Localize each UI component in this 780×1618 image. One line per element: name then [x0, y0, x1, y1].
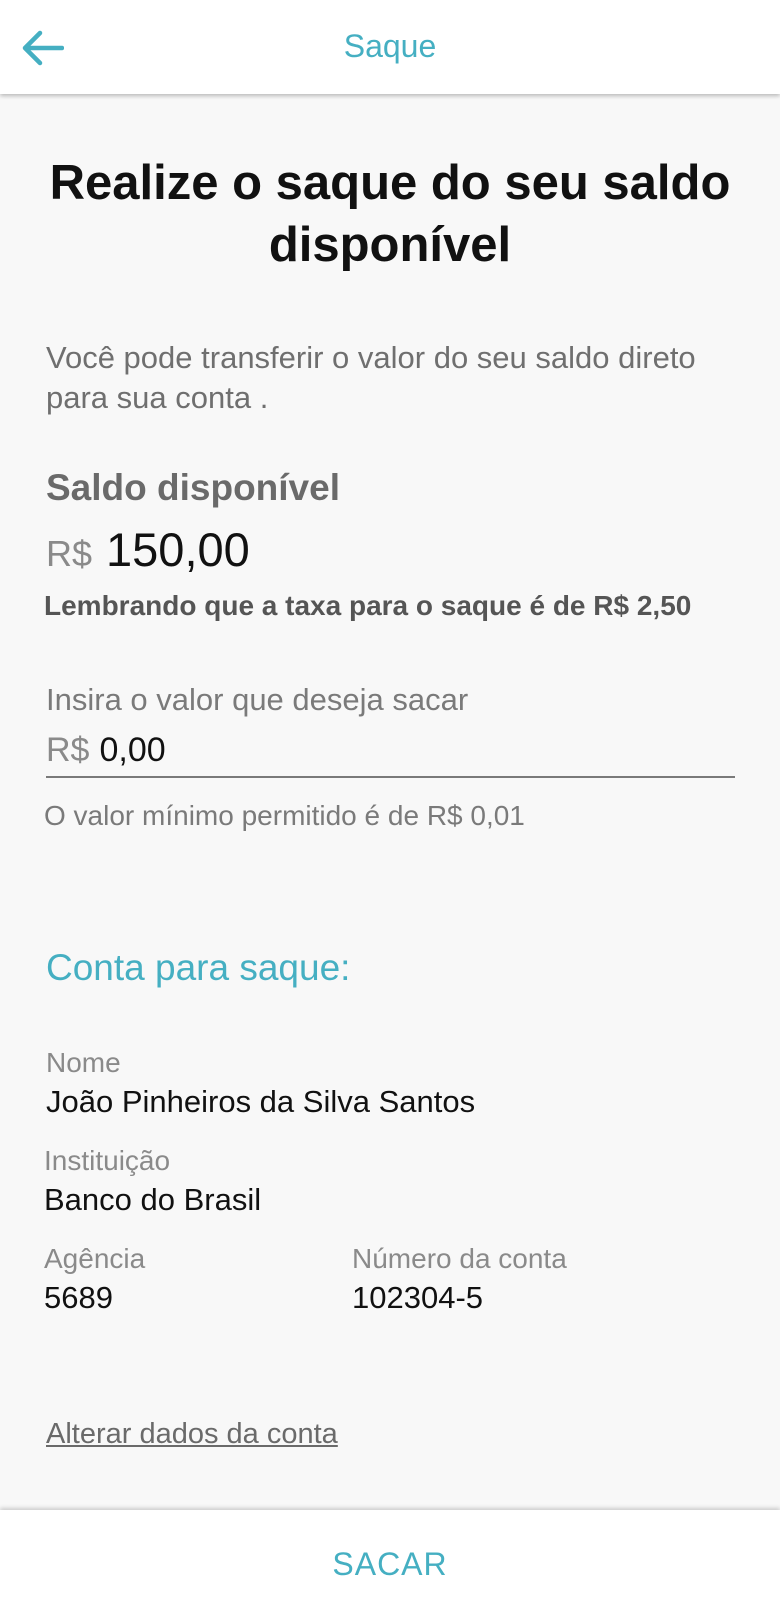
- balance-label: Saldo disponível: [46, 467, 340, 508]
- account-number-value: 102304-5: [352, 1280, 484, 1315]
- amount-currency: R$: [46, 730, 90, 769]
- withdraw-headline: Realize o saque do seu saldo disponível: [49, 156, 731, 272]
- page-title: Saque: [343, 28, 437, 64]
- top-app-bar: Saque: [0, 0, 780, 94]
- balance-currency: R$: [46, 533, 93, 574]
- name-value: João Pinheiros da Silva Santos: [46, 1084, 476, 1119]
- agency-label: Agência: [44, 1243, 146, 1274]
- amount-input[interactable]: R$ 0,00: [46, 724, 735, 778]
- name-label: Nome: [46, 1047, 121, 1078]
- bottom-action-bar: SACAR: [0, 1510, 780, 1618]
- fee-note: Lembrando que a taxa para o saque é de R…: [44, 590, 692, 621]
- account-number-label: Número da conta: [352, 1243, 567, 1274]
- amount-value[interactable]: 0,00: [99, 731, 165, 770]
- amount-helper-text: O valor mínimo permitido é de R$ 0,01: [44, 800, 525, 831]
- account-section-title: Conta para saque:: [46, 947, 351, 988]
- withdraw-button[interactable]: SACAR: [0, 1510, 780, 1618]
- amount-input-label: Insira o valor que deseja sacar: [46, 682, 469, 717]
- institution-label: Instituição: [44, 1145, 171, 1176]
- balance-amount: R$ 150,00: [46, 522, 250, 577]
- balance-value: 150,00: [106, 523, 250, 576]
- withdraw-description: Você pode transferir o valor do seu sald…: [46, 340, 696, 415]
- change-account-link[interactable]: Alterar dados da conta: [46, 1416, 338, 1452]
- agency-value: 5689: [44, 1280, 113, 1315]
- institution-value: Banco do Brasil: [44, 1182, 262, 1217]
